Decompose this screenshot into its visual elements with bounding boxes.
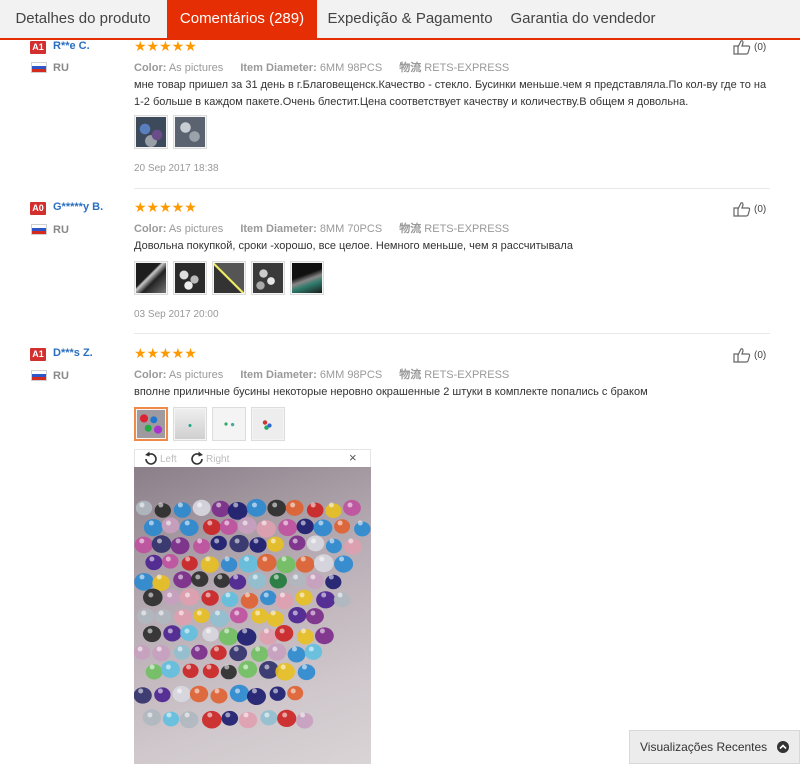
- review-photo-thumbnail[interactable]: [251, 407, 285, 441]
- rotate-right-label: Right: [206, 453, 230, 465]
- review-photo-thumbnail[interactable]: [173, 115, 207, 149]
- tab-product-details[interactable]: Detalhes do produto: [0, 0, 166, 38]
- star-rating: ★★★★★: [134, 38, 197, 54]
- buyer-level-badge: A1: [30, 41, 46, 54]
- review-attributes: Color: As pictures Item Diameter: 6MM 98…: [134, 59, 509, 75]
- item-diameter-value: 6MM 98PCS: [319, 62, 383, 74]
- color-value: As pictures: [168, 369, 224, 381]
- item-diameter-value: 6MM 98PCS: [319, 369, 383, 381]
- buyer-name[interactable]: G*****y B.: [53, 201, 103, 213]
- item-diameter-value: 8MM 70PCS: [319, 223, 383, 235]
- review-date: 20 Sep 2017 18:38: [134, 163, 219, 174]
- review-text: вполне приличные бусины некоторые неровн…: [134, 386, 648, 398]
- buyer-name[interactable]: D***s Z.: [53, 347, 93, 359]
- rotate-left-button[interactable]: Left: [143, 451, 177, 467]
- review-photo-thumbnail[interactable]: [212, 261, 246, 295]
- buyer-country: RU: [53, 62, 69, 74]
- buyer-level-badge: A0: [30, 202, 46, 215]
- review-photo-thumbnail[interactable]: [173, 261, 207, 295]
- russia-flag-icon: [31, 62, 47, 73]
- review-photo-thumbnail[interactable]: [134, 261, 168, 295]
- photo-viewer-toolbar: Left Right ×: [134, 449, 371, 467]
- buyer-level-badge: A1: [30, 348, 46, 361]
- russia-flag-icon: [31, 224, 47, 235]
- tab-shipping-payment[interactable]: Expedição & Pagamento: [317, 0, 503, 38]
- helpful-button[interactable]: (0): [733, 201, 766, 217]
- shipping-value: RETS-EXPRESS: [424, 369, 510, 381]
- product-tabs: Detalhes do produto Comentários (289) Ex…: [0, 0, 800, 40]
- color-label: Color:: [134, 369, 167, 381]
- shipping-label: 物流: [399, 223, 422, 235]
- helpful-button[interactable]: (0): [733, 347, 766, 363]
- rotate-right-icon: [191, 451, 203, 465]
- chevron-up-icon: [777, 741, 789, 753]
- russia-flag-icon: [31, 370, 47, 381]
- color-value: As pictures: [168, 62, 224, 74]
- thumbs-up-icon: [733, 348, 751, 363]
- helpful-count: (0): [754, 203, 767, 215]
- buyer-country: RU: [53, 224, 69, 236]
- shipping-value: RETS-EXPRESS: [424, 223, 510, 235]
- review-photo-thumbnail-selected[interactable]: [134, 407, 168, 441]
- color-label: Color:: [134, 62, 167, 74]
- shipping-label: 物流: [399, 369, 422, 381]
- helpful-count: (0): [754, 41, 767, 53]
- review-attributes: Color: As pictures Item Diameter: 8MM 70…: [134, 220, 509, 236]
- recently-viewed-label: Visualizações Recentes: [640, 740, 768, 754]
- close-icon[interactable]: ×: [349, 450, 357, 465]
- review-divider: [134, 333, 770, 334]
- star-rating: ★★★★★: [134, 199, 197, 215]
- buyer-country: RU: [53, 370, 69, 382]
- color-label: Color:: [134, 223, 167, 235]
- shipping-label: 物流: [399, 62, 422, 74]
- review-photo-thumbnail[interactable]: [290, 261, 324, 295]
- helpful-count: (0): [754, 349, 767, 361]
- buyer-name[interactable]: R**e C.: [53, 40, 90, 52]
- tab-reviews[interactable]: Comentários (289): [167, 0, 317, 40]
- tab-seller-guarantee[interactable]: Garantia do vendedor: [503, 0, 663, 38]
- review-text: мне товар пришел за 31 день в г.Благовещ…: [134, 79, 767, 108]
- review-divider: [134, 188, 770, 189]
- item-diameter-label: Item Diameter:: [240, 369, 317, 381]
- helpful-button[interactable]: (0): [733, 39, 766, 55]
- review-photo-thumbnail[interactable]: [212, 407, 246, 441]
- item-diameter-label: Item Diameter:: [240, 62, 317, 74]
- review-photo-thumbnail[interactable]: [251, 261, 285, 295]
- rotate-left-icon: [145, 451, 157, 465]
- review-text: Довольна покупкой, сроки -хорошо, все це…: [134, 240, 573, 252]
- review-date: 03 Sep 2017 20:00: [134, 309, 219, 320]
- shipping-value: RETS-EXPRESS: [424, 62, 510, 74]
- review-attributes: Color: As pictures Item Diameter: 6MM 98…: [134, 366, 509, 382]
- star-rating: ★★★★★: [134, 345, 197, 361]
- recently-viewed-bar[interactable]: Visualizações Recentes: [629, 730, 800, 764]
- color-value: As pictures: [168, 223, 224, 235]
- review-photo-thumbnail[interactable]: [134, 115, 168, 149]
- rotate-right-button[interactable]: Right: [189, 451, 229, 467]
- thumbs-up-icon: [733, 40, 751, 55]
- item-diameter-label: Item Diameter:: [240, 223, 317, 235]
- thumbs-up-icon: [733, 202, 751, 217]
- rotate-left-label: Left: [160, 453, 177, 465]
- beads-photo: [134, 498, 371, 729]
- review-photo-enlarged: [134, 467, 371, 764]
- review-photo-thumbnail[interactable]: [173, 407, 207, 441]
